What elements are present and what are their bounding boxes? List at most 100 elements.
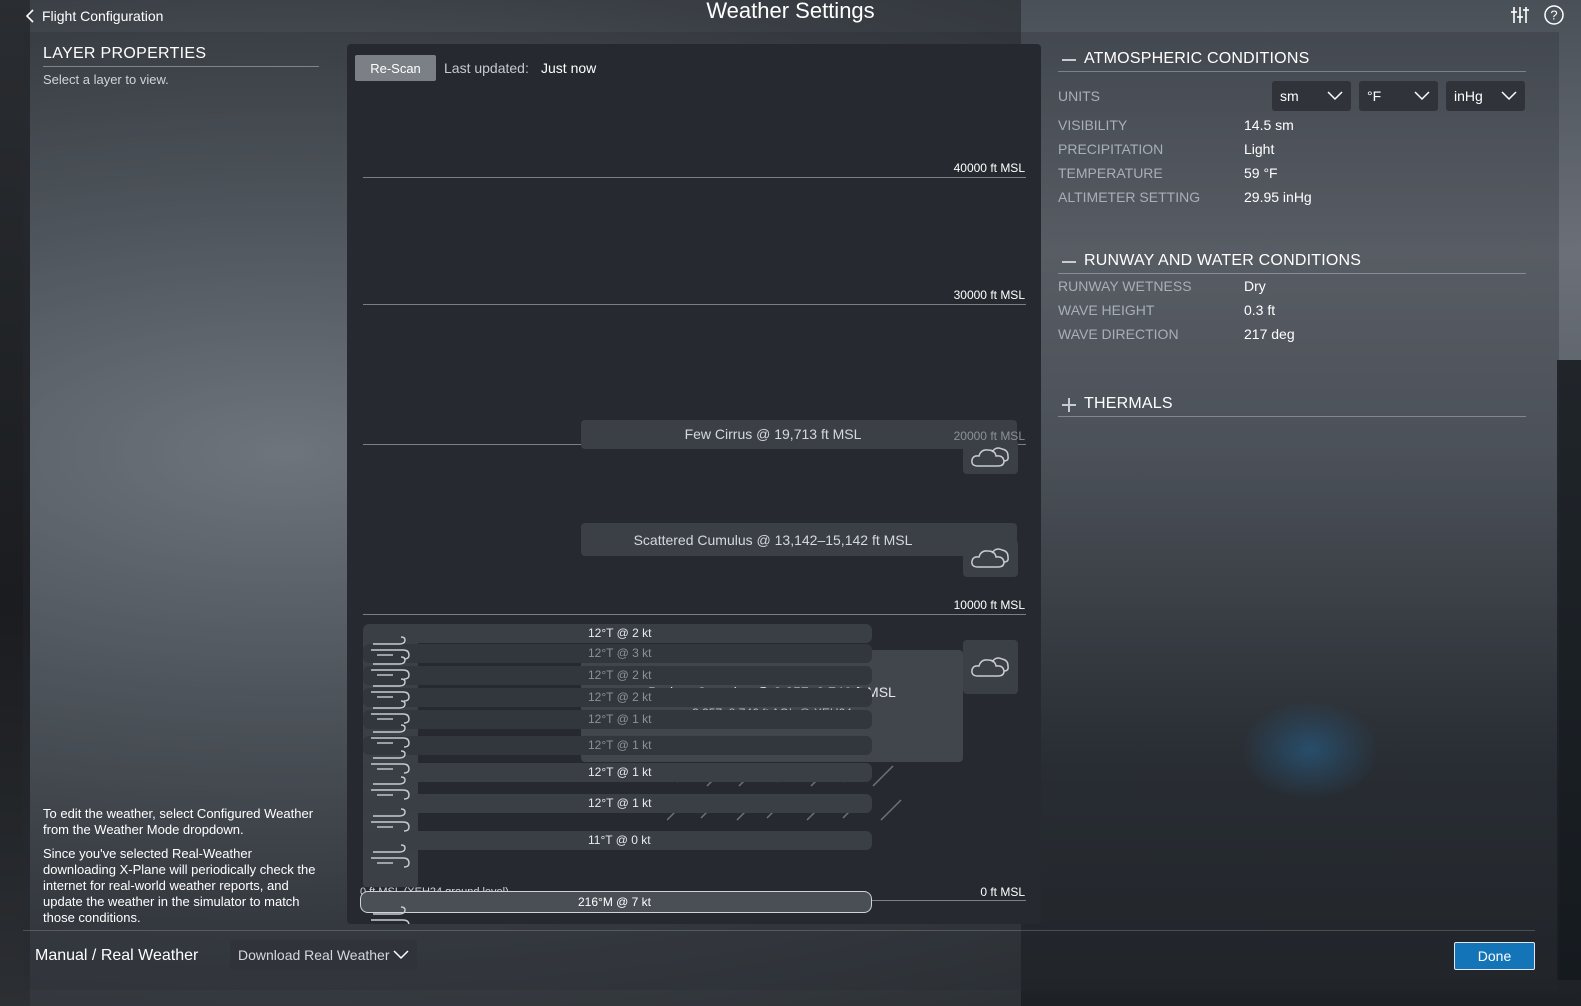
wind-icon (371, 750, 410, 774)
wind-layer-7[interactable]: 12°T @ 1 kt (363, 763, 872, 782)
temperature-unit-value: °F (1367, 88, 1382, 104)
altitude-label-40000: 40000 ft MSL (953, 161, 1025, 175)
pressure-unit-value: inHg (1454, 88, 1483, 104)
altimeter-label: ALTIMETER SETTING (1058, 189, 1201, 205)
last-updated-value: Just now (541, 60, 597, 76)
weather-mode-select[interactable]: Download Real Weather (230, 940, 417, 970)
page-title: Weather Settings (706, 0, 875, 23)
runway-wetness-label: RUNWAY WETNESS (1058, 278, 1192, 294)
wind-layer-1[interactable]: 12°T @ 2 kt (363, 624, 872, 643)
surface-wind-layer[interactable]: 216°M @ 7 kt (360, 891, 872, 913)
cloud-icon (971, 657, 1009, 677)
altimeter-value: 29.95 inHg (1244, 189, 1312, 205)
chevron-down-icon (1414, 91, 1430, 101)
atmospheric-title: ATMOSPHERIC CONDITIONS (1084, 50, 1310, 67)
wind-layer-label: 12°T @ 1 kt (588, 712, 652, 726)
weather-mode-value: Download Real Weather (238, 947, 390, 963)
wave-direction-value: 217 deg (1244, 326, 1295, 342)
altitude-line-10000 (363, 614, 1026, 615)
distance-unit-value: sm (1280, 88, 1299, 104)
surface-wind-label: 216°M @ 7 kt (578, 895, 652, 909)
atmospheric-header[interactable]: ATMOSPHERIC CONDITIONS (1058, 50, 1526, 72)
background-right-edge (1557, 360, 1581, 980)
svg-text:?: ? (1550, 8, 1557, 23)
collapse-icon (1062, 261, 1076, 263)
wind-layer-label: 12°T @ 3 kt (588, 646, 652, 660)
layer-properties-panel: LAYER PROPERTIES Select a layer to view. (43, 45, 319, 87)
conditions-panel: ATMOSPHERIC CONDITIONS UNITS sm °F inHg … (1058, 50, 1526, 417)
layer-properties-hint: Select a layer to view. (43, 72, 169, 87)
footer-divider (23, 930, 1535, 931)
units-label: UNITS (1058, 88, 1100, 104)
wind-icon (371, 844, 410, 868)
edit-weather-note: To edit the weather, select Configured W… (43, 806, 314, 837)
wind-icon (371, 906, 410, 924)
cirrus-layer[interactable]: Few Cirrus @ 19,713 ft MSL (581, 420, 1017, 449)
altitude-line-40000 (363, 177, 1026, 178)
visibility-value: 14.5 sm (1244, 117, 1294, 133)
scattered-cloud-box (963, 540, 1018, 577)
altimeter-row: ALTIMETER SETTING 29.95 inHg (1058, 185, 1526, 209)
wave-height-label: WAVE HEIGHT (1058, 302, 1155, 318)
cirrus-cloud-box (963, 440, 1018, 474)
cirrus-layer-label: Few Cirrus @ 19,713 ft MSL (684, 426, 862, 442)
wave-height-value: 0.3 ft (1244, 302, 1276, 318)
scattered-cumulus-label: Scattered Cumulus @ 13,142–15,142 ft MSL (633, 532, 913, 548)
wind-layer-2[interactable]: 12°T @ 3 kt (363, 644, 872, 663)
cloud-icon (971, 447, 1009, 467)
header-icons: ? (1509, 4, 1565, 26)
pressure-unit-select[interactable]: inHg (1446, 81, 1525, 111)
help-icon[interactable]: ? (1543, 4, 1565, 26)
wind-layer-label: 12°T @ 2 kt (588, 690, 652, 704)
thermals-header[interactable]: THERMALS (1058, 395, 1526, 417)
wind-layer-label: 12°T @ 1 kt (588, 796, 652, 810)
wind-layer-8[interactable]: 12°T @ 1 kt (363, 794, 872, 813)
wave-direction-label: WAVE DIRECTION (1058, 326, 1179, 342)
visibility-row: VISIBILITY 14.5 sm (1058, 113, 1526, 137)
cloud-icon (971, 548, 1009, 568)
layer-properties-title: LAYER PROPERTIES (43, 45, 319, 67)
runway-header[interactable]: RUNWAY AND WATER CONDITIONS (1058, 252, 1526, 274)
scattered-cumulus-layer[interactable]: Scattered Cumulus @ 13,142–15,142 ft MSL (581, 523, 1017, 556)
units-row: UNITS sm °F inHg (1058, 80, 1526, 112)
chevron-down-icon (1501, 91, 1517, 101)
distance-unit-select[interactable]: sm (1272, 81, 1351, 111)
wind-layer-label: 12°T @ 1 kt (588, 765, 652, 779)
header: Flight Configuration Weather Settings ? (0, 0, 1581, 32)
wind-layer-label: 12°T @ 2 kt (588, 668, 652, 682)
temperature-unit-select[interactable]: °F (1359, 81, 1438, 111)
last-updated-label: Last updated: (444, 60, 529, 76)
wave-direction-row: WAVE DIRECTION 217 deg (1058, 322, 1526, 346)
temperature-value: 59 °F (1244, 165, 1278, 181)
rescan-button[interactable]: Re-Scan (355, 55, 436, 81)
runway-title: RUNWAY AND WATER CONDITIONS (1084, 252, 1362, 269)
wind-layer-6[interactable]: 12°T @ 1 kt (363, 736, 872, 755)
runway-wetness-row: RUNWAY WETNESS Dry (1058, 274, 1526, 298)
wind-layer-5[interactable]: 12°T @ 1 kt (363, 710, 872, 729)
thermals-title: THERMALS (1084, 395, 1173, 412)
wind-layer-4[interactable]: 12°T @ 2 kt (363, 688, 872, 707)
altitude-label-0: 0 ft MSL (980, 885, 1025, 899)
runway-wetness-value: Dry (1244, 278, 1266, 294)
wind-icon (371, 700, 410, 724)
real-weather-note: Since you've selected Real-Weather downl… (43, 846, 316, 925)
wind-layer-9[interactable]: 11°T @ 0 kt (363, 831, 872, 850)
wind-layer-label: 11°T @ 0 kt (588, 833, 651, 847)
broken-cloud-box (963, 640, 1018, 694)
wind-layer-label: 12°T @ 1 kt (588, 738, 652, 752)
altitude-label-10000: 10000 ft MSL (953, 598, 1025, 612)
wind-icon (371, 808, 410, 832)
wind-layer-3[interactable]: 12°T @ 2 kt (363, 666, 872, 685)
precipitation-row: PRECIPITATION Light (1058, 137, 1526, 161)
expand-icon-vertical (1068, 398, 1070, 412)
temperature-label: TEMPERATURE (1058, 165, 1163, 181)
wave-height-row: WAVE HEIGHT 0.3 ft (1058, 298, 1526, 322)
done-button[interactable]: Done (1454, 942, 1535, 970)
altitude-line-30000 (363, 304, 1026, 305)
wind-icon (371, 724, 410, 748)
collapse-icon (1062, 59, 1076, 61)
sliders-icon[interactable] (1509, 4, 1531, 26)
chevron-down-icon (393, 950, 409, 960)
altitude-line-0 (867, 900, 1026, 901)
wind-layer-label: 12°T @ 2 kt (588, 626, 652, 640)
